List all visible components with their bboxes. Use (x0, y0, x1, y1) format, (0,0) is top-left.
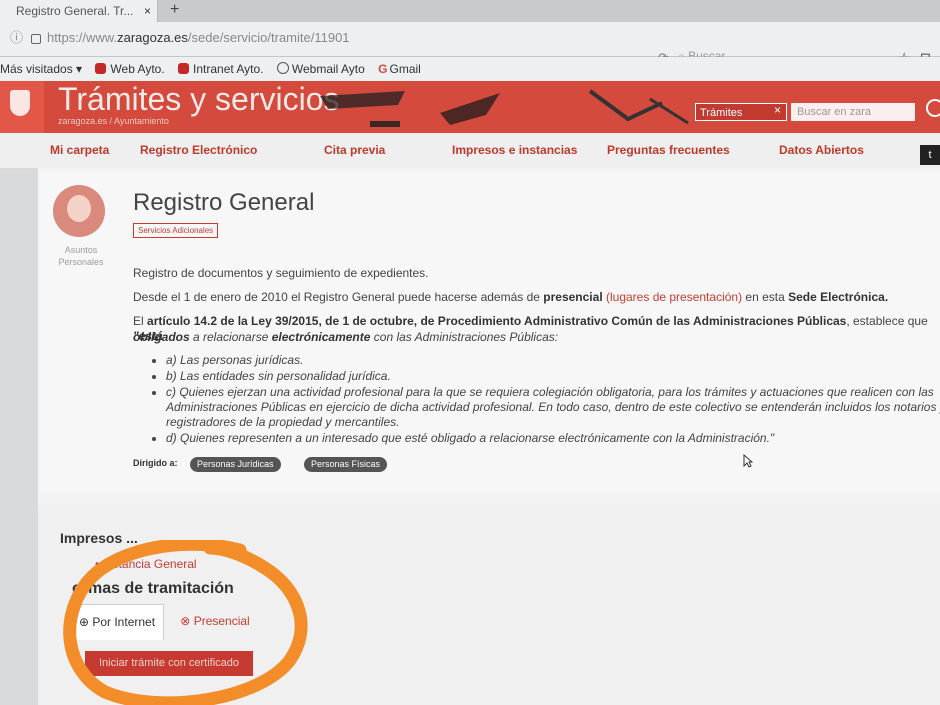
nav-preguntas[interactable]: Preguntas frecuentes (607, 143, 730, 157)
tab-por-internet[interactable]: ⊕ Por Internet (70, 604, 164, 640)
globe-icon (276, 62, 289, 74)
search-icon[interactable] (926, 99, 940, 117)
bookmark-web-ayto[interactable]: Web Ayto. (95, 57, 165, 81)
instancia-label: Instancia General (102, 557, 197, 571)
close-icon[interactable]: × (144, 0, 151, 22)
bookmark-label: Web Ayto. (110, 62, 165, 76)
url-prefix: https://www. (47, 30, 118, 45)
site-title[interactable]: Trámites y servicios (58, 81, 340, 117)
url-path: /sede/servicio/tramite/11901 (187, 30, 350, 45)
banner-illustration (320, 89, 689, 127)
bookmark-label: Intranet Ayto. (193, 62, 264, 76)
law-text-pre: El (133, 314, 148, 328)
intro-text-2: Desde el 1 de enero de 2010 el Registro … (133, 290, 938, 305)
presentation-link[interactable]: (lugares de presentación) (606, 290, 742, 304)
bookmark-webmail[interactable]: Webmail Ayto (276, 57, 365, 81)
pill-personas-fisicas[interactable]: Personas Físicas (304, 457, 388, 472)
nav-cita-previa[interactable]: Cita previa (324, 143, 385, 157)
list-item: c) Quienes ejerzan una actividad profesi… (166, 385, 940, 430)
law-text-2: obligados a relacionarse electrónicament… (133, 330, 938, 345)
bookmarks-bar: Más visitados ▾ Web Ayto. Intranet Ayto.… (0, 57, 940, 82)
main-nav: Mi carpeta Registro Electrónico Cita pre… (0, 133, 940, 169)
address-bar[interactable]: ⓘ https://www.zaragoza.es/sede/servicio/t… (0, 22, 940, 68)
instancia-general-link[interactable]: • Instancia General (95, 557, 197, 571)
nav-registro-electronico[interactable]: Registro Electrónico (140, 143, 257, 157)
bookmark-label: Webmail Ayto (291, 62, 365, 76)
tab-label: Presencial (193, 614, 250, 628)
clear-icon[interactable]: × (774, 103, 781, 117)
impresos-heading: Impresos ... (60, 530, 138, 546)
lock-icon (31, 33, 42, 44)
page-title: Registro General (133, 189, 315, 216)
list-item: a) Las personas jurídicas. (166, 353, 940, 368)
bookmark-intranet[interactable]: Intranet Ayto. (178, 57, 264, 81)
breadcrumb[interactable]: zaragoza.es / Ayuntamiento (58, 116, 169, 126)
tab-label: Por Internet (92, 615, 156, 629)
nav-mi-carpeta[interactable]: Mi carpeta (50, 143, 109, 157)
tab-presencial[interactable]: ⊗ Presencial (170, 604, 260, 639)
desc-bold-2: Sede Electrónica. (788, 290, 889, 304)
tab-title: Registro General. Tr... (16, 4, 134, 18)
avatar (53, 185, 105, 237)
list-item: b) Las entidades sin personalidad jurídi… (166, 369, 940, 384)
iniciar-tramite-button[interactable]: Iniciar trámite con certificado (85, 651, 253, 676)
info-icon[interactable]: ⓘ (10, 30, 23, 45)
status-badge[interactable]: Servicios Adicionales (133, 223, 219, 238)
zaragoza-icon (95, 63, 107, 74)
site-banner: Trámites y servicios zaragoza.es / Ayunt… (0, 81, 940, 133)
nav-datos-abiertos[interactable]: Datos Abiertos (779, 143, 864, 157)
intro-text: Registro de documentos y seguimiento de … (133, 266, 429, 280)
zaragoza-icon (178, 63, 190, 74)
bookmark-label: Más visitados (0, 62, 73, 76)
list-item: d) Quienes representen a un interesado q… (166, 431, 940, 446)
mouse-cursor-icon (743, 454, 753, 468)
browser-tab[interactable]: Registro General. Tr... × (0, 0, 158, 22)
presencial-icon: ⊗ (180, 614, 191, 628)
twitter-icon[interactable]: t (920, 145, 940, 165)
desc-text-2: en esta (742, 290, 789, 304)
pill-personas-juridicas[interactable]: Personas Jurídicas (190, 457, 281, 472)
url-field[interactable]: ⓘ https://www.zaragoza.es/sede/servicio/t… (10, 27, 660, 49)
desc-bold: presencial (543, 290, 603, 304)
avatar-label: Asuntos Personales (58, 245, 104, 267)
bookmark-label: Gmail (389, 62, 421, 76)
site-search: Trámites × Buscar en zara (690, 98, 915, 126)
nav-impresos[interactable]: Impresos e instancias (452, 143, 577, 157)
law-text-post-2: con las Administraciones Públicas: (370, 330, 559, 344)
bullet-list: a) Las personas jurídicas. b) Las entida… (150, 353, 940, 447)
globe-icon: ⊕ (78, 615, 89, 629)
law-text-mid-2: a relacionarse (189, 330, 272, 344)
law-text-bold: artículo 14.2 de la Ley 39/2015, de 1 de… (147, 314, 847, 328)
google-icon: G (378, 62, 388, 76)
formas-heading: ormas de tramitación (72, 580, 234, 597)
new-tab-button[interactable]: + (170, 0, 179, 20)
zaragoza-logo[interactable] (0, 81, 44, 133)
desc-text: Desde el 1 de enero de 2010 el Registro … (133, 290, 544, 304)
bookmark-gmail[interactable]: G Gmail (378, 57, 421, 81)
browser-tabbar: Registro General. Tr... × + (0, 0, 940, 22)
dirigido-label: Dirigido a: (133, 458, 178, 468)
law-text-mid: , establece que (846, 314, 928, 328)
url-domain: zaragoza.es (117, 30, 188, 45)
law-text-bold-3: electrónicamente (271, 330, 371, 344)
site-search-input[interactable]: Buscar en zara (791, 103, 915, 121)
bookmark-mas-visitados[interactable]: Más visitados ▾ (0, 57, 82, 81)
law-text-bold-2: obligados (133, 330, 190, 344)
